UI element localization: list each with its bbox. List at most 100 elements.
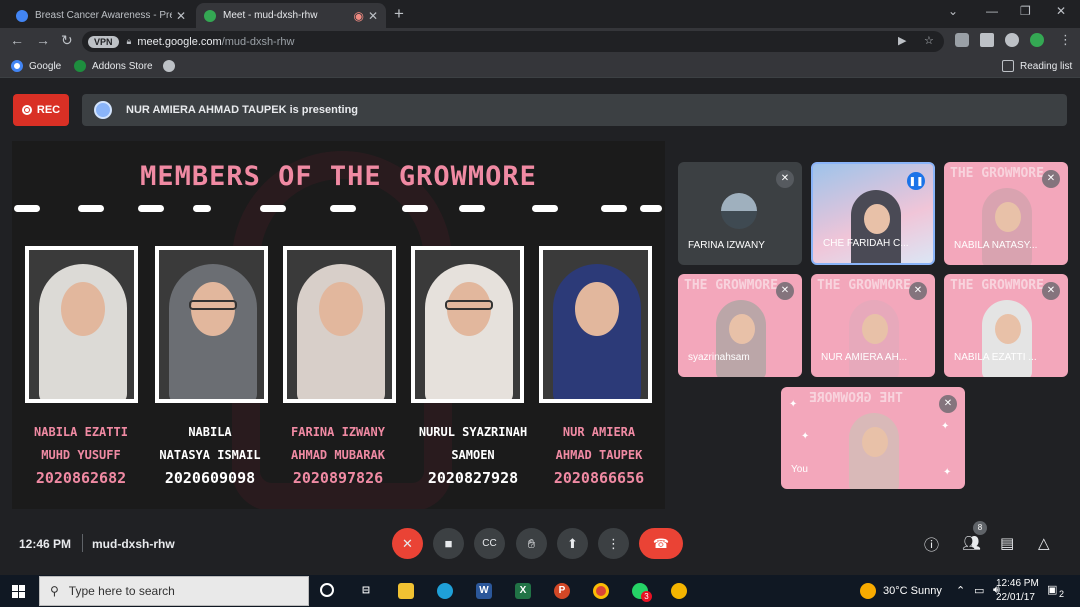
divider: [82, 534, 83, 552]
forward-button[interactable]: →: [36, 32, 50, 48]
bookmark-google[interactable]: Google: [11, 60, 61, 72]
clock-date[interactable]: 22/01/17: [996, 592, 1035, 603]
tab-search-icon[interactable]: ⌄: [948, 4, 958, 18]
tab-meet[interactable]: Meet - mud-dxsh-rhw ◉ ✕: [196, 3, 386, 28]
excel-icon[interactable]: X: [515, 583, 531, 599]
lock-icon[interactable]: 🔒︎: [127, 36, 132, 47]
camera-toggle-button[interactable]: ■: [433, 528, 464, 559]
addons-store-icon: [74, 60, 86, 72]
bookmark-star-icon[interactable]: ☆: [924, 34, 934, 47]
recording-button[interactable]: REC: [13, 94, 69, 126]
google-icon: [11, 60, 23, 72]
clock-time[interactable]: 12:46 PM: [996, 578, 1039, 589]
sparkle-icon: ✦: [941, 421, 950, 432]
leave-call-button[interactable]: ☎︎: [639, 528, 683, 559]
chrome-icon[interactable]: [593, 583, 609, 599]
member-photo: [539, 246, 652, 403]
reload-button[interactable]: ↻: [61, 32, 73, 49]
weather-sun-icon[interactable]: [860, 583, 876, 599]
participant-tile[interactable]: ✕ FARINA IZWANY: [678, 162, 802, 265]
weather-text[interactable]: 30°C Sunny: [883, 585, 942, 597]
tab-slides[interactable]: Breast Cancer Awareness - Prese ✕: [8, 3, 194, 28]
sparkle-icon: ✦: [801, 431, 810, 442]
participant-tile[interactable]: THE GROWMORE ✕ NUR AMIERA AH...: [811, 274, 935, 377]
tab-strip: Breast Cancer Awareness - Prese ✕ Meet -…: [0, 0, 1080, 28]
mic-off-icon: ✕: [1042, 170, 1060, 188]
profile-icon[interactable]: [1005, 33, 1019, 47]
participant-tile[interactable]: THE GROWMORE ✕ syazrinahsam: [678, 274, 802, 377]
dash-decoration: [532, 205, 558, 212]
url-text[interactable]: meet.google.com/mud-dxsh-rhw: [137, 36, 294, 48]
participant-name: You: [791, 464, 808, 475]
participant-name: NABILA EZATTI ...: [954, 352, 1037, 363]
extension-check-icon[interactable]: [1030, 33, 1044, 47]
restore-button[interactable]: ❐: [1020, 4, 1031, 18]
dash-decoration: [260, 205, 286, 212]
camera-permission-icon[interactable]: ▶: [898, 34, 906, 47]
participant-name: CHE FARIDAH C...: [823, 238, 909, 249]
present-now-button[interactable]: ⬆: [557, 528, 588, 559]
extension-shield-icon[interactable]: [955, 33, 969, 47]
search-icon: ⚲: [50, 584, 59, 598]
captions-button[interactable]: CC: [474, 528, 505, 559]
dash-decoration: [14, 205, 40, 212]
presenting-text: NUR AMIERA AHMAD TAUPEK is presenting: [126, 104, 359, 116]
presenter-avatar: [94, 101, 112, 119]
word-icon[interactable]: W: [476, 583, 492, 599]
more-options-button[interactable]: ⋮: [598, 528, 629, 559]
extensions-puzzle-icon[interactable]: [980, 33, 994, 47]
address-bar[interactable]: VPN 🔒︎ meet.google.com/mud-dxsh-rhw ▶ ☆: [82, 31, 944, 52]
sparkle-icon: ✦: [943, 467, 952, 478]
cortana-icon[interactable]: [320, 583, 334, 597]
minimize-button[interactable]: —: [986, 4, 998, 18]
mic-off-icon: ✕: [909, 282, 927, 300]
close-window-button[interactable]: ✕: [1056, 4, 1066, 18]
file-explorer-icon[interactable]: [398, 583, 414, 599]
reading-list-button[interactable]: Reading list: [1002, 60, 1072, 72]
mic-off-icon: ✕: [939, 395, 957, 413]
dash-decoration: [640, 205, 662, 212]
people-icon[interactable]: 👥︎: [962, 534, 981, 552]
participant-tile[interactable]: THE GROWMORE ✕ NABILA EZATTI ...: [944, 274, 1068, 377]
member-caption: NABILA EZATTI MUHD YUSUFF 2020862682: [34, 425, 128, 487]
dash-decoration: [601, 205, 627, 212]
raise-hand-button[interactable]: ✋︎: [516, 528, 547, 559]
action-center-count: 2: [1059, 589, 1065, 599]
slide-title: MEMBERS OF THE GROWMORE: [140, 161, 537, 192]
mic-off-icon: ✕: [1042, 282, 1060, 300]
meeting-time: 12:46 PM: [19, 537, 72, 551]
powerpoint-icon[interactable]: P: [554, 583, 570, 599]
windows-taskbar: ⚲ Type here to search ⊟ W X P 3 30°C Sun…: [0, 575, 1080, 607]
microphone-toggle-button[interactable]: ✕: [392, 528, 423, 559]
close-tab-icon[interactable]: ✕: [368, 9, 378, 23]
member-caption: NABILA NATASYA ISMAIL 2020609098: [159, 425, 261, 487]
globe-icon: [163, 60, 175, 72]
action-center-icon[interactable]: ▣: [1047, 583, 1057, 596]
participant-tile[interactable]: ❚❚ CHE FARIDAH C...: [811, 162, 935, 265]
tile-background-text: THE GROWMORE: [950, 166, 1044, 181]
back-button[interactable]: ←: [10, 32, 24, 48]
windows-start-icon[interactable]: [12, 585, 25, 598]
network-icon[interactable]: ▭: [974, 584, 984, 597]
bookmark-addons-store[interactable]: Addons Store: [74, 60, 153, 72]
task-view-icon[interactable]: ⊟: [358, 583, 374, 599]
presentation-slide[interactable]: MEMBERS OF THE GROWMORE NABILA EZATTI MU: [12, 141, 665, 509]
dash-decoration: [138, 205, 164, 212]
dash-decoration: [330, 205, 356, 212]
activities-icon[interactable]: △: [1038, 534, 1050, 552]
bookmark-globe[interactable]: [163, 60, 181, 72]
close-tab-icon[interactable]: ✕: [176, 9, 186, 23]
chat-icon[interactable]: ▤: [1000, 534, 1014, 552]
app-icon[interactable]: [671, 583, 687, 599]
tray-chevron-icon[interactable]: ⌃: [956, 584, 965, 597]
participant-tile[interactable]: THE GROWMORE ✕ NABILA NATASY...: [944, 162, 1068, 265]
notification-badge: 3: [641, 591, 652, 602]
new-tab-button[interactable]: +: [394, 4, 404, 24]
vpn-badge[interactable]: VPN: [88, 35, 119, 48]
self-tile[interactable]: THE GROWMORE ✦ ✦ ✦ ✦ ✕ You: [781, 387, 965, 489]
presenting-banner: NUR AMIERA AHMAD TAUPEK is presenting: [82, 94, 1067, 126]
taskbar-search-input[interactable]: ⚲ Type here to search: [39, 576, 309, 606]
edge-icon[interactable]: [437, 583, 453, 599]
browser-menu-icon[interactable]: ⋮: [1059, 32, 1072, 48]
meeting-details-icon[interactable]: ⓘ: [924, 534, 939, 555]
